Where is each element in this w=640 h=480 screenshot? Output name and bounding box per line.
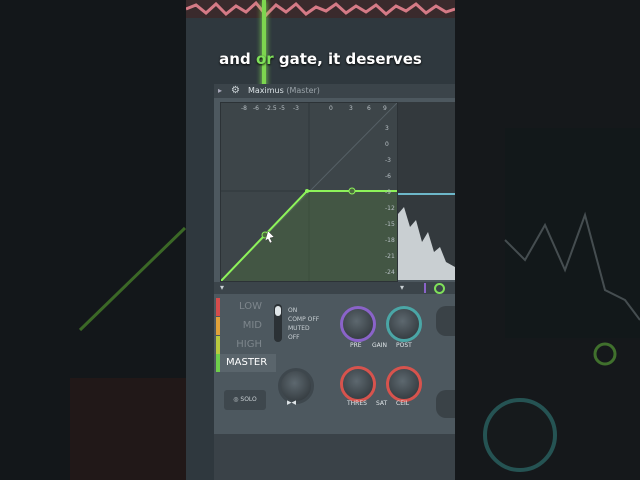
plugin-toolbar: ▾ ▾ <box>214 282 455 294</box>
level-scale-label: -6 <box>385 173 391 180</box>
level-scale-label: -18 <box>385 237 395 244</box>
plugin-title: Maximus <box>248 86 284 95</box>
compression-curve-graph[interactable]: -8 -6 -2.5 -5 -3 0 3 6 9 3 0 -3 -6 -9 -1… <box>220 102 398 282</box>
post-knob[interactable] <box>386 306 422 342</box>
pre-label: PRE <box>350 342 362 349</box>
dropdown-arrow-icon[interactable]: ▾ <box>400 283 404 292</box>
sat-label: SAT <box>376 400 388 407</box>
ceil-knob[interactable] <box>386 366 422 402</box>
top-scale-label: -5 <box>279 105 285 112</box>
level-scale-label: -21 <box>385 253 395 260</box>
background-spectrum <box>483 128 640 472</box>
level-scale-label: -9 <box>385 189 391 196</box>
post-label: POST <box>396 342 412 349</box>
solo-button[interactable]: ◎ SOLO <box>224 390 266 410</box>
ceil-label: CEIL <box>396 400 410 407</box>
mode-muted[interactable]: MUTED <box>288 324 319 333</box>
mode-on[interactable]: ON <box>288 306 319 315</box>
thres-knob[interactable] <box>340 366 376 402</box>
level-scale-label: 3 <box>385 125 389 132</box>
bowtie-icon[interactable]: ▸◂ <box>287 398 296 408</box>
subtitle-caption: and or gate, it deserves <box>219 50 422 68</box>
background-right-dimmed <box>455 0 640 480</box>
mode-switch-handle[interactable] <box>275 306 281 316</box>
band-master[interactable]: MASTER <box>216 354 276 372</box>
gear-icon[interactable]: ⚙ <box>231 85 240 96</box>
dropdown-arrow-icon[interactable]: ▾ <box>220 283 224 292</box>
ring-indicator-icon[interactable] <box>434 283 445 294</box>
mode-comp-off[interactable]: COMP OFF <box>288 315 319 324</box>
top-scale-label: -8 <box>241 105 247 112</box>
band-mid[interactable]: MID <box>216 317 266 335</box>
release-knob[interactable] <box>436 390 455 418</box>
pre-knob[interactable] <box>340 306 376 342</box>
maximus-plugin-window: ▸ ⚙ Maximus (Master) -8 -6 -2.5 -5 -3 0 … <box>214 84 455 434</box>
level-scale-label: -3 <box>385 157 391 164</box>
band-indicator-icon <box>424 283 426 293</box>
thres-label: THRES <box>347 400 367 407</box>
band-selector: LOW MID HIGH <box>216 298 266 355</box>
top-scale-label: 9 <box>383 105 387 112</box>
level-scale-label: -15 <box>385 221 395 228</box>
collapse-arrow-icon[interactable]: ▸ <box>218 86 222 95</box>
solo-label: SOLO <box>240 396 257 403</box>
top-scale-label: -6 <box>253 105 259 112</box>
top-scale-label: 3 <box>349 105 353 112</box>
spectrum-display <box>398 102 455 280</box>
timeline-footer <box>214 434 455 480</box>
top-scale-label: -3 <box>293 105 299 112</box>
background-graph <box>70 226 186 480</box>
attack-knob[interactable] <box>436 306 455 336</box>
mode-list: ON COMP OFF MUTED OFF <box>288 306 319 342</box>
top-scale-label: -2.5 <box>265 105 277 112</box>
band-high[interactable]: HIGH <box>216 336 266 354</box>
top-scale-label: 6 <box>367 105 371 112</box>
level-scale-label: -12 <box>385 205 395 212</box>
band-low[interactable]: LOW <box>216 298 266 316</box>
plugin-titlebar[interactable]: ▸ ⚙ Maximus (Master) <box>214 84 455 98</box>
level-scale-label: -24 <box>385 269 395 276</box>
level-scale-label: 0 <box>385 141 389 148</box>
top-scale-label: 0 <box>329 105 333 112</box>
mode-off[interactable]: OFF <box>288 333 319 342</box>
waveform-track <box>186 0 455 18</box>
curve-svg <box>220 102 398 282</box>
solo-icon: ◎ <box>233 396 239 403</box>
gain-label: GAIN <box>372 342 388 349</box>
plugin-subtitle: (Master) <box>286 86 320 95</box>
background-left-dimmed <box>0 0 186 480</box>
